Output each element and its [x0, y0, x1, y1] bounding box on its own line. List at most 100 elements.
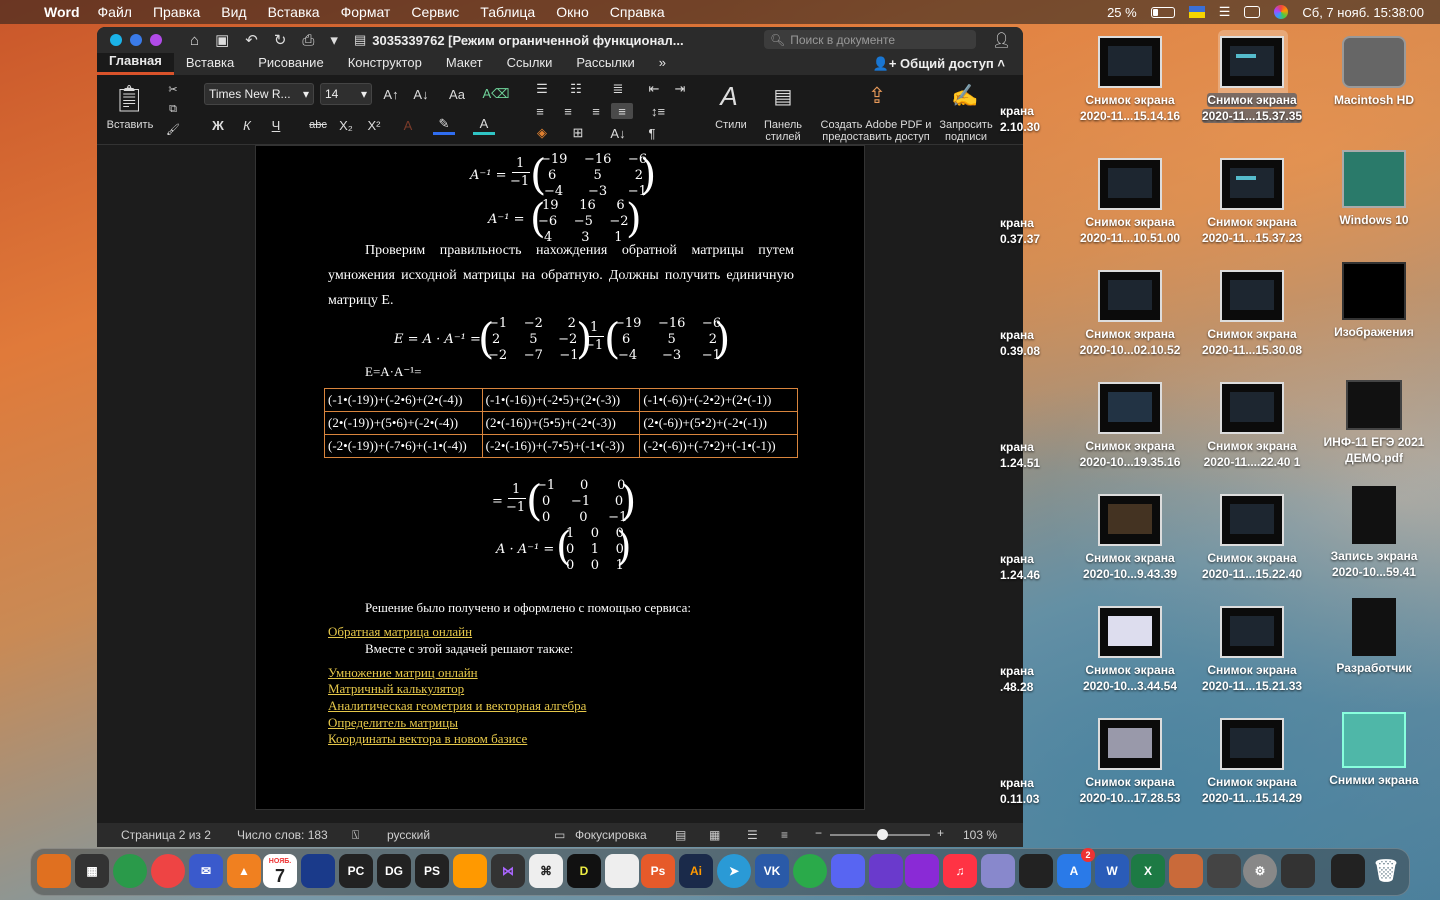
undo-icon[interactable]: ↶: [245, 31, 258, 49]
desktop-icon-images-folder[interactable]: Изображения: [1314, 262, 1434, 340]
photoshop-icon[interactable]: Ps: [641, 854, 675, 888]
desktop-icon-screenshot[interactable]: Снимок экрана 2020-10...3.44.54: [1070, 606, 1190, 694]
excel-icon[interactable]: X: [1131, 854, 1165, 888]
desktop-icon-screenshot[interactable]: Снимок экрана 2020-11...15.21.33: [1192, 606, 1312, 694]
decrease-indent-icon[interactable]: ⇤: [643, 81, 665, 97]
cut-icon[interactable]: ✂: [163, 81, 183, 97]
telegram-icon[interactable]: ➤: [717, 854, 751, 888]
siri-icon[interactable]: [1274, 5, 1289, 19]
tab-insert[interactable]: Вставка: [174, 53, 246, 75]
vpn-icon[interactable]: ▲: [227, 854, 261, 888]
menu-tools[interactable]: Сервис: [411, 4, 459, 20]
menu-view[interactable]: Вид: [221, 4, 246, 20]
show-formatting-icon[interactable]: ¶: [641, 125, 663, 141]
document-area[interactable]: A⁻¹ = 1 −1 ( −19 −16 −6 6 5 2 −4 −3 −1 )…: [97, 145, 1023, 823]
mail-icon[interactable]: ✉: [189, 854, 223, 888]
text-effects-icon[interactable]: A: [397, 115, 419, 135]
desktop-icon-screenshot[interactable]: Снимок экрана 2020-11...10.51.00: [1070, 158, 1190, 246]
minimize-button[interactable]: [130, 34, 142, 46]
copy-icon[interactable]: ⧉: [163, 101, 183, 117]
tab-draw[interactable]: Рисование: [246, 53, 335, 75]
trash-icon[interactable]: 🗑︎: [1369, 854, 1403, 888]
desktop-icon-recording[interactable]: Запись экрана 2020-10...59.41: [1314, 486, 1434, 580]
link-matrix-multiplication[interactable]: Умножение матриц онлайн: [328, 665, 478, 681]
underline-button[interactable]: Ч: [265, 115, 287, 135]
app-icon[interactable]: [301, 854, 335, 888]
facetime-icon[interactable]: [905, 854, 939, 888]
document-page[interactable]: A⁻¹ = 1 −1 ( −19 −16 −6 6 5 2 −4 −3 −1 )…: [255, 145, 865, 810]
save-icon[interactable]: ▣: [215, 31, 229, 49]
whatsapp-icon[interactable]: [793, 854, 827, 888]
discord-icon[interactable]: [831, 854, 865, 888]
menu-help[interactable]: Справка: [610, 4, 665, 20]
desktop-icon-screenshot-selected[interactable]: Снимок экрана 2020-11...15.37.35: [1192, 36, 1312, 124]
draft-view-icon[interactable]: ≡: [781, 828, 788, 842]
menu-table[interactable]: Таблица: [480, 4, 535, 20]
clear-formatting-icon[interactable]: A⌫: [482, 85, 509, 103]
word-count[interactable]: Число слов: 183: [237, 828, 328, 842]
keynote-icon[interactable]: [1169, 854, 1203, 888]
account-icon[interactable]: 👤︎: [992, 31, 1011, 49]
menu-file[interactable]: Файл: [98, 4, 132, 20]
app-store-icon[interactable]: A2: [1057, 848, 1095, 888]
focus-icon[interactable]: ▭: [554, 828, 565, 842]
desktop-icon-partial[interactable]: крана 0.11.03: [1000, 775, 1070, 807]
borders-icon[interactable]: ⊞: [565, 125, 591, 141]
align-center-icon[interactable]: ≡: [557, 103, 579, 119]
align-left-icon[interactable]: ≡: [529, 103, 551, 119]
more-tabs-icon[interactable]: »: [647, 53, 678, 75]
menu-format[interactable]: Формат: [341, 4, 391, 20]
zoom-button[interactable]: [150, 34, 162, 46]
superscript-button[interactable]: X²: [363, 115, 385, 135]
tab-home[interactable]: Главная: [97, 53, 174, 75]
tab-layout[interactable]: Макет: [434, 53, 495, 75]
desktop-icon-screenshot[interactable]: Снимок экрана 2020-10...17.28.53: [1070, 718, 1190, 806]
app-icon[interactable]: [981, 854, 1015, 888]
proofing-icon[interactable]: ⍂: [352, 828, 359, 843]
clock[interactable]: Сб, 7 нояб. 15:38:00: [1302, 5, 1424, 20]
downloads-stack-icon[interactable]: [1331, 854, 1365, 888]
app-icon[interactable]: [1207, 854, 1241, 888]
input-source-icon[interactable]: [1188, 6, 1205, 18]
script-editor-icon[interactable]: ⌘: [529, 854, 563, 888]
system-preferences-icon[interactable]: ⚙: [1243, 854, 1277, 888]
styles-pane-icon[interactable]: ▤: [767, 79, 799, 113]
zoom-out-icon[interactable]: −: [815, 826, 822, 840]
zoom-level[interactable]: 103 %: [963, 828, 997, 842]
zoom-in-icon[interactable]: +: [937, 826, 944, 840]
adobe-pdf-icon[interactable]: ⇪: [861, 79, 893, 113]
paste-icon[interactable]: 📋︎: [109, 81, 149, 115]
link-vector-basis[interactable]: Координаты вектора в новом базисе: [328, 731, 527, 747]
create-adobe-pdf-button[interactable]: Создать Adobe PDF и предоставить доступ: [817, 119, 935, 143]
safari-icon[interactable]: [113, 854, 147, 888]
desktop-icon-screenshot[interactable]: Снимок экрана 2020-11...15.14.16: [1070, 36, 1190, 124]
final-cut-icon[interactable]: [1019, 854, 1053, 888]
music-icon[interactable]: ♫: [943, 854, 977, 888]
menu-insert[interactable]: Вставка: [268, 4, 320, 20]
tab-mailings[interactable]: Рассылки: [564, 53, 646, 75]
viber-icon[interactable]: [869, 854, 903, 888]
home-icon[interactable]: ⌂: [190, 32, 199, 49]
app-menu[interactable]: Word: [44, 4, 80, 20]
menu-edit[interactable]: Правка: [153, 4, 200, 20]
redo-icon[interactable]: ↻: [274, 31, 287, 49]
justify-icon[interactable]: ≡: [611, 103, 633, 119]
increase-indent-icon[interactable]: ⇥: [669, 81, 691, 97]
font-color-icon[interactable]: A: [473, 115, 495, 135]
desktop-icon-partial[interactable]: крана .48.28: [1000, 663, 1070, 695]
datagrip-icon[interactable]: DG: [377, 854, 411, 888]
battery-percent[interactable]: 25 %: [1107, 5, 1137, 20]
link-analytic-geometry[interactable]: Аналитическая геометрия и векторная алге…: [328, 698, 586, 714]
desktop-icon-screenshot[interactable]: Снимок экрана 2020-11...15.14.29: [1192, 718, 1312, 806]
font-size-select[interactable]: 14 ▾: [320, 83, 372, 105]
desktop-icon-screenshot[interactable]: Снимок экрана 2020-11...15.22.40: [1192, 494, 1312, 582]
close-button[interactable]: [110, 34, 122, 46]
request-signatures-button[interactable]: Запросить подписи: [935, 119, 997, 143]
align-right-icon[interactable]: ≡: [585, 103, 607, 119]
desktop-icon-partial[interactable]: крана 0.37.37: [1000, 215, 1070, 247]
desktop-icon-developer[interactable]: Разработчик: [1314, 598, 1434, 676]
bullets-icon[interactable]: ☰: [529, 81, 555, 97]
desktop-icon-screenshots-folder[interactable]: Снимки экрана: [1314, 712, 1434, 788]
web-layout-icon[interactable]: ▦: [709, 828, 720, 842]
desktop-icon-windows10[interactable]: Windows 10: [1314, 150, 1434, 228]
